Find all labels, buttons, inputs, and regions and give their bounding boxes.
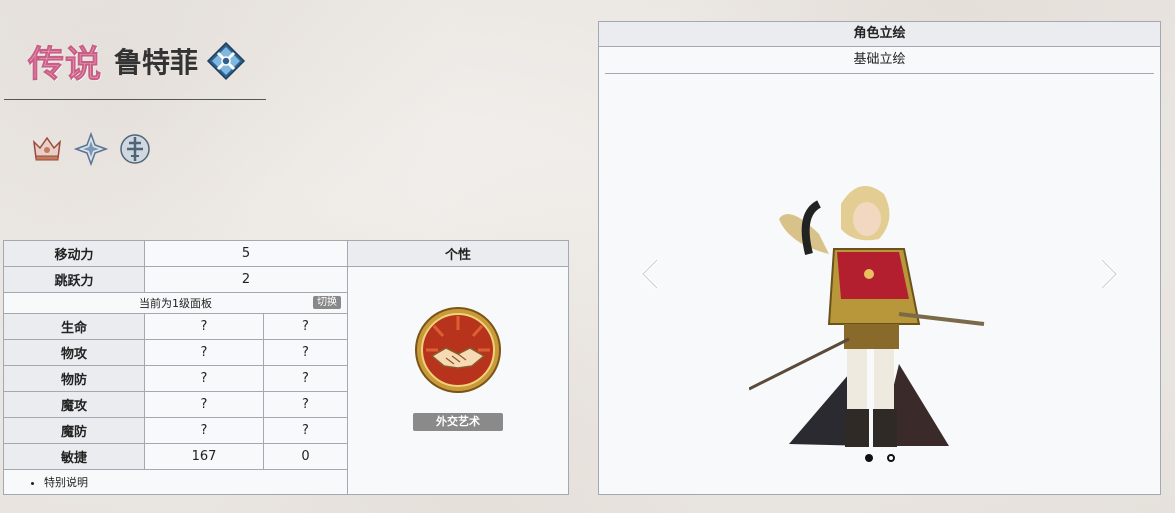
carousel-dot[interactable] [887, 454, 895, 462]
carousel-dot-active[interactable] [865, 454, 873, 462]
star-compass-icon[interactable] [74, 132, 108, 166]
chevron-right-icon[interactable] [1098, 256, 1122, 292]
stat-base: ? [144, 365, 264, 392]
trait-header: 个性 [347, 240, 569, 267]
stat-base: 167 [144, 443, 264, 470]
toggle-button[interactable]: 切换 [313, 296, 341, 309]
character-portrait [749, 186, 985, 447]
trait-cell: 外交艺术 [347, 266, 569, 495]
stat-bonus: ? [263, 339, 348, 366]
lance-crest-icon [206, 41, 246, 81]
stat-label: 物防 [3, 365, 145, 392]
carousel-indicators [865, 454, 895, 462]
art-panel-header: 角色立绘 [599, 22, 1160, 47]
art-carousel [599, 74, 1160, 494]
stat-label: 魔防 [3, 417, 145, 444]
stat-label: 魔攻 [3, 391, 145, 418]
panel-level-text: 当前为1级面板 [139, 297, 212, 310]
stat-base: ? [144, 339, 264, 366]
crown-icon[interactable] [30, 132, 64, 166]
stat-base: ? [144, 417, 264, 444]
character-name: 鲁特菲 [114, 46, 199, 79]
attribute-icons [30, 132, 152, 166]
move-value: 5 [144, 240, 348, 267]
tab-base-art[interactable]: 基础立绘 [599, 47, 1160, 73]
stat-label: 敏捷 [3, 443, 145, 470]
jump-label: 跳跃力 [3, 266, 145, 293]
stat-base: ? [144, 313, 264, 340]
stat-label: 物攻 [3, 339, 145, 366]
stat-label: 生命 [3, 313, 145, 340]
character-art-panel: 角色立绘 基础立绘 [598, 21, 1161, 495]
trait-name[interactable]: 外交艺术 [413, 413, 503, 431]
rarity-label: 传说 [27, 44, 103, 86]
character-title: 传说 鲁特菲 [27, 36, 246, 86]
jump-value: 2 [144, 266, 348, 293]
chevron-left-icon[interactable] [637, 256, 661, 292]
stats-table: 移动力 5 个性 跳跃力 2 外交艺术 当前为1级面板 切换 生命 ? ? 物攻… [3, 240, 569, 495]
stat-bonus: ? [263, 365, 348, 392]
stat-base: ? [144, 391, 264, 418]
sword-crest-icon[interactable] [118, 132, 152, 166]
panel-level-row: 当前为1级面板 切换 [3, 292, 348, 314]
stat-bonus: ? [263, 391, 348, 418]
stat-bonus: ? [263, 313, 348, 340]
move-label: 移动力 [3, 240, 145, 267]
handshake-icon[interactable] [414, 306, 502, 394]
title-divider [4, 99, 266, 100]
stat-bonus: ? [263, 417, 348, 444]
stat-bonus: 0 [263, 443, 348, 470]
